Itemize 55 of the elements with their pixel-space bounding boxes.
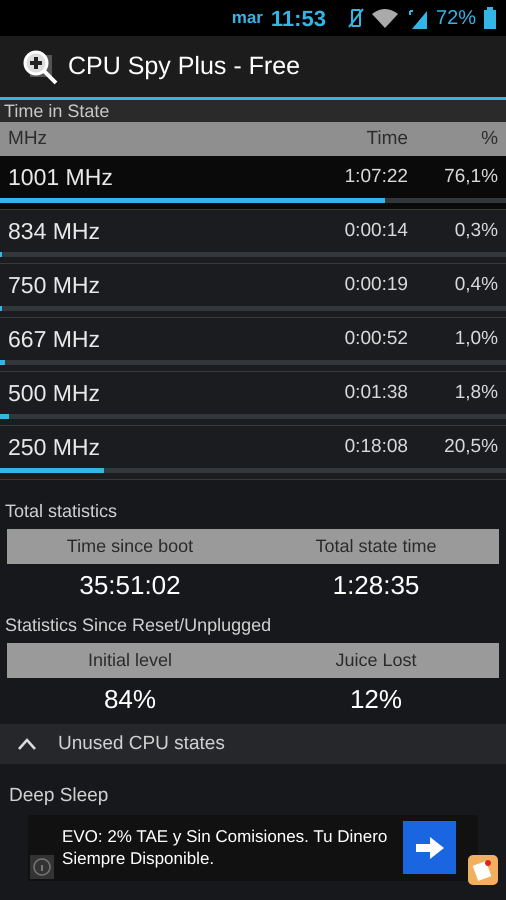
frequency-label: 667 MHz (8, 324, 102, 354)
column-header: MHz (8, 126, 48, 151)
app-title: CPU Spy Plus - Free (68, 50, 300, 82)
vibrate-mute-icon (348, 7, 364, 29)
unused-states-toggle[interactable]: Unused CPU states (0, 724, 506, 764)
stats-value: 12% (348, 682, 404, 716)
time-value: 1:07:22 (344, 164, 408, 189)
time-value: 0:00:19 (344, 272, 408, 297)
stats-label: Total state time (314, 535, 438, 558)
arrow-button[interactable] (403, 821, 456, 874)
percent-value: 1,0% (454, 326, 498, 351)
frequency-row[interactable]: 834 MHz 0:00:14 0,3% (0, 210, 506, 264)
frequency-row[interactable]: 667 MHz 0:00:52 1,0% (0, 318, 506, 372)
arrow-right-icon (416, 836, 444, 858)
section-title: Total statistics (4, 500, 118, 523)
stats-label: Juice Lost (334, 649, 418, 672)
section-title: Statistics Since Reset/Unplugged (4, 614, 272, 637)
deep-sleep-label: Deep Sleep (8, 784, 110, 808)
time-value: 0:00:14 (344, 218, 408, 243)
percent-value: 1,8% (454, 380, 498, 405)
toggle-label: Unused CPU states (58, 732, 225, 756)
frequency-label: 750 MHz (8, 270, 102, 300)
frequency-label: 834 MHz (8, 216, 102, 246)
wifi-icon (372, 8, 398, 28)
percent-value: 0,3% (454, 218, 498, 243)
column-header: Time (365, 126, 408, 151)
section-title: Time in State (3, 100, 110, 122)
frequency-label: 250 MHz (8, 432, 102, 462)
percent-value: 20,5% (443, 434, 498, 459)
frequency-row[interactable]: 1001 MHz 1:07:22 76,1% (0, 156, 506, 210)
stats-label: Time since boot (66, 535, 194, 558)
status-day: mar (232, 5, 263, 31)
frequency-label: 1001 MHz (8, 162, 114, 192)
column-header: % (480, 126, 498, 151)
frequency-row[interactable]: 250 MHz 0:18:08 20,5% (0, 426, 506, 480)
ad-badge-icon (468, 854, 498, 884)
frequency-row[interactable]: 750 MHz 0:00:19 0,4% (0, 264, 506, 318)
percent-value: 0,4% (454, 272, 498, 297)
stats-value: 84% (102, 682, 158, 716)
ad-text: EVO: 2% TAE y Sin Comisiones. Tu Dinero Siempre Disponible. (62, 826, 388, 870)
stats-label: Initial level (86, 649, 174, 672)
status-time: 11:53 (270, 4, 326, 32)
time-value: 0:01:38 (344, 380, 408, 405)
stats-value: 35:51:02 (78, 568, 182, 602)
info-icon (30, 854, 54, 878)
battery-percent: 72% (436, 6, 476, 31)
time-value: 0:18:08 (344, 434, 408, 459)
percent-value: 76,1% (443, 164, 498, 189)
battery-icon (484, 7, 496, 29)
frequency-label: 500 MHz (8, 378, 102, 408)
stats-value: 1:28:35 (332, 568, 420, 602)
chevron-icon (18, 738, 36, 750)
frequency-row[interactable]: 500 MHz 0:01:38 1,8% (0, 372, 506, 426)
ad-banner[interactable]: EVO: 2% TAE y Sin Comisiones. Tu Dinero Siempre Disponible. (28, 814, 478, 880)
time-value: 0:00:52 (344, 326, 408, 351)
